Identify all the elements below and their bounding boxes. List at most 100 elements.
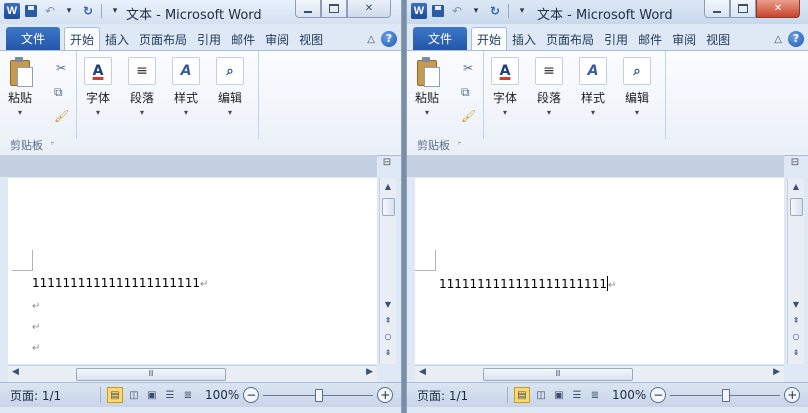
view-ruler-icon[interactable]: ⊟	[380, 157, 394, 177]
scroll-up-icon[interactable]: ▲	[788, 180, 804, 194]
paste-button[interactable]: 粘贴 ▾	[415, 57, 440, 117]
vertical-scrollbar[interactable]: ▲ ▼ ⇞ ○ ⇟	[787, 178, 804, 364]
previous-page-icon[interactable]: ⇞	[788, 314, 804, 328]
web-layout-icon[interactable]: ▣	[145, 388, 159, 402]
tab-review[interactable]: 审阅	[667, 28, 701, 50]
vertical-scrollbar[interactable]: ▲ ▼ ⇞ ○ ⇟	[379, 178, 396, 364]
outline-icon[interactable]: ☰	[570, 388, 584, 402]
horizontal-scrollbar[interactable]: ◀ Ⅲ ▶	[8, 365, 377, 382]
browse-object-icon[interactable]: ○	[380, 330, 396, 344]
editing-button[interactable]: ⌕ 编辑 ▾	[216, 57, 244, 117]
full-screen-reading-icon[interactable]: ◫	[127, 388, 141, 402]
full-screen-reading-icon[interactable]: ◫	[534, 388, 548, 402]
tab-mailings[interactable]: 邮件	[226, 28, 260, 50]
tab-references[interactable]: 引用	[599, 28, 633, 50]
tab-page-layout[interactable]: 页面布局	[134, 28, 192, 50]
zoom-out-icon[interactable]: −	[243, 387, 260, 403]
empty-paragraph[interactable]: ↵	[32, 319, 40, 333]
maximize-button[interactable]	[321, 0, 347, 18]
browse-object-icon[interactable]: ○	[788, 330, 804, 344]
minimize-button[interactable]	[704, 0, 730, 18]
paragraph-button[interactable]: ≡ 段落 ▾	[128, 57, 156, 117]
previous-page-icon[interactable]: ⇞	[380, 314, 396, 328]
zoom-slider[interactable]	[670, 388, 781, 402]
format-painter-icon[interactable]: 🖌	[461, 109, 476, 123]
draft-icon[interactable]: ≣	[181, 388, 195, 402]
editing-button[interactable]: ⌕ 编辑 ▾	[623, 57, 651, 117]
close-button[interactable]: ✕	[347, 0, 391, 18]
scroll-down-icon[interactable]: ▼	[380, 298, 396, 312]
tab-home[interactable]: 开始	[471, 27, 508, 50]
scroll-thumb-horizontal[interactable]: Ⅲ	[483, 368, 633, 381]
word-icon[interactable]: W	[411, 3, 427, 19]
text-line[interactable]: 1111111111111111111111↵	[439, 276, 616, 291]
zoom-in-icon[interactable]: +	[784, 387, 801, 403]
font-button[interactable]: A 字体 ▾	[491, 57, 519, 117]
undo-dropdown-icon[interactable]: ▾	[468, 3, 484, 19]
scroll-right-icon[interactable]: ▶	[773, 367, 780, 377]
undo-icon[interactable]: ↶	[449, 3, 465, 19]
tab-mailings[interactable]: 邮件	[633, 28, 667, 50]
tab-page-layout[interactable]: 页面布局	[541, 28, 599, 50]
tab-file[interactable]: 文件	[413, 27, 467, 50]
maximize-button[interactable]	[730, 0, 756, 18]
zoom-level[interactable]: 100%	[205, 388, 239, 402]
format-painter-icon[interactable]: 🖌	[54, 109, 69, 123]
outline-icon[interactable]: ☰	[163, 388, 177, 402]
scroll-left-icon[interactable]: ◀	[12, 367, 19, 377]
text-line[interactable]: 1111111111111111111111↵	[32, 276, 208, 290]
horizontal-scrollbar[interactable]: ◀ Ⅲ ▶	[415, 365, 784, 382]
tab-insert[interactable]: 插入	[507, 28, 541, 50]
tab-home[interactable]: 开始	[64, 27, 101, 50]
copy-icon[interactable]: ⧉	[54, 85, 63, 100]
tab-insert[interactable]: 插入	[100, 28, 134, 50]
empty-paragraph[interactable]: ↵	[32, 298, 40, 312]
styles-button[interactable]: A 样式 ▾	[579, 57, 607, 117]
zoom-slider[interactable]	[263, 388, 374, 402]
save-icon[interactable]	[23, 3, 39, 19]
next-page-icon[interactable]: ⇟	[380, 346, 396, 360]
undo-icon[interactable]: ↶	[42, 3, 58, 19]
scroll-up-icon[interactable]: ▲	[380, 180, 396, 194]
zoom-out-icon[interactable]: −	[650, 387, 667, 403]
print-layout-icon[interactable]: ▤	[514, 387, 530, 403]
word-icon[interactable]: W	[4, 3, 20, 19]
dialog-launcher-icon[interactable]: ⌜	[458, 141, 462, 150]
page-count[interactable]: 页面: 1/1	[417, 387, 503, 404]
cut-icon[interactable]: ✂	[463, 61, 473, 75]
cut-icon[interactable]: ✂	[56, 61, 66, 75]
tab-view[interactable]: 视图	[701, 28, 735, 50]
tab-file[interactable]: 文件	[6, 27, 60, 50]
empty-paragraph[interactable]: ↵	[32, 340, 40, 354]
minimize-ribbon-icon[interactable]: △	[774, 34, 782, 45]
scroll-down-icon[interactable]: ▼	[788, 298, 804, 312]
undo-dropdown-icon[interactable]: ▾	[61, 3, 77, 19]
zoom-level[interactable]: 100%	[612, 388, 646, 402]
customize-qat-icon[interactable]: ▾	[107, 3, 123, 19]
next-page-icon[interactable]: ⇟	[788, 346, 804, 360]
scroll-left-icon[interactable]: ◀	[419, 367, 426, 377]
scroll-thumb-horizontal[interactable]: Ⅲ	[76, 368, 226, 381]
scroll-thumb[interactable]	[382, 198, 395, 216]
tab-references[interactable]: 引用	[192, 28, 226, 50]
minimize-button[interactable]	[295, 0, 321, 18]
help-icon[interactable]: ?	[381, 31, 397, 47]
dialog-launcher-icon[interactable]: ⌜	[51, 141, 55, 150]
view-ruler-icon[interactable]: ⊟	[788, 157, 802, 177]
paste-button[interactable]: 粘贴 ▾	[8, 57, 33, 117]
save-icon[interactable]	[430, 3, 446, 19]
tab-review[interactable]: 审阅	[260, 28, 294, 50]
redo-icon[interactable]: ↻	[80, 3, 96, 19]
redo-icon[interactable]: ↻	[487, 3, 503, 19]
customize-qat-icon[interactable]: ▾	[514, 3, 530, 19]
zoom-in-icon[interactable]: +	[377, 387, 394, 403]
scroll-thumb[interactable]	[790, 198, 803, 216]
close-button[interactable]: ✕	[756, 0, 800, 18]
minimize-ribbon-icon[interactable]: △	[367, 34, 375, 45]
help-icon[interactable]: ?	[788, 31, 804, 47]
page-count[interactable]: 页面: 1/1	[10, 387, 96, 404]
styles-button[interactable]: A 样式 ▾	[172, 57, 200, 117]
font-button[interactable]: A 字体 ▾	[84, 57, 112, 117]
document-page[interactable]: 1111111111111111111111↵ ↵ ↵ ↵	[8, 178, 377, 364]
web-layout-icon[interactable]: ▣	[552, 388, 566, 402]
